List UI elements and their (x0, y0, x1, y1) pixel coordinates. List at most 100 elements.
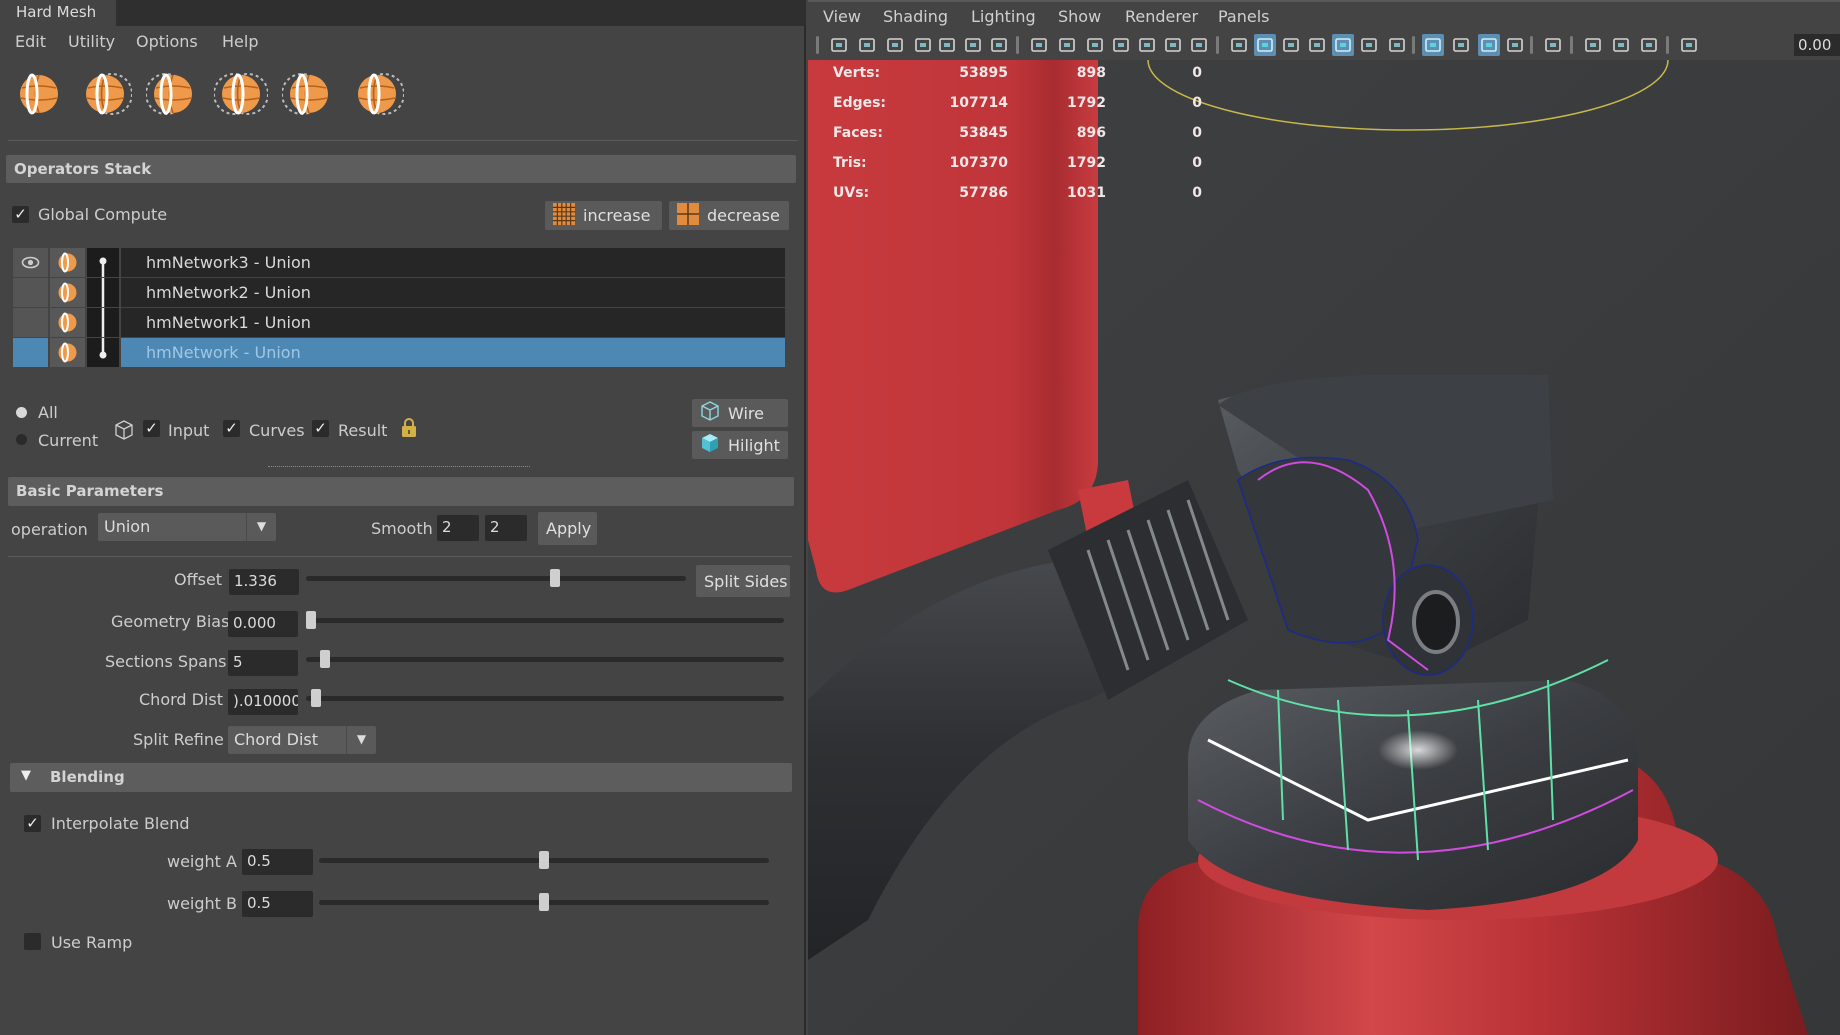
difference-b-shape-icon[interactable] (145, 70, 200, 118)
split-sides-button[interactable]: Split Sides (696, 565, 790, 597)
wireframe-on-shaded-icon[interactable] (1306, 34, 1328, 56)
offset-slider-track[interactable] (306, 576, 686, 581)
offset-slider-handle[interactable] (550, 569, 561, 587)
stack-item-label[interactable]: hmNetwork - Union (121, 338, 785, 367)
stack-item[interactable]: hmNetwork - Union (11, 338, 785, 367)
slice-a-shape-icon[interactable] (281, 70, 336, 118)
chord-dist-field[interactable]: ).010000 (228, 689, 298, 715)
menu-help[interactable]: Help (222, 30, 258, 51)
stat-label: Faces: (833, 125, 883, 141)
wire-button[interactable]: Wire (692, 399, 788, 427)
weight-b-slider-handle[interactable] (539, 893, 549, 911)
camera-lock-icon[interactable] (856, 34, 878, 56)
menu-show[interactable]: Show (1058, 7, 1101, 26)
input-checkbox[interactable]: ✓ (143, 420, 160, 437)
smooth-field-1[interactable]: 2 (437, 515, 479, 541)
xray-active-components-icon[interactable] (1610, 34, 1632, 56)
visibility-toggle[interactable] (13, 278, 48, 307)
lock-icon[interactable] (401, 417, 417, 443)
menu-options[interactable]: Options (136, 30, 198, 51)
curves-checkbox[interactable]: ✓ (223, 420, 240, 437)
visibility-toggle[interactable] (13, 248, 48, 277)
3d-viewport[interactable]: View Shading Lighting Show Renderer Pane… (808, 0, 1840, 1035)
depth-of-field-icon[interactable] (1504, 34, 1526, 56)
global-compute-checkbox[interactable]: ✓ (12, 206, 29, 223)
menu-renderer[interactable]: Renderer (1125, 7, 1198, 26)
stack-item[interactable]: hmNetwork2 - Union (11, 278, 785, 307)
weight-a-slider-handle[interactable] (539, 851, 549, 869)
sections-spans-field[interactable]: 5 (228, 650, 298, 676)
menu-shading[interactable]: Shading (883, 7, 948, 26)
geometry-bias-slider-track[interactable] (306, 618, 784, 623)
xray-joints-icon[interactable] (1638, 34, 1660, 56)
stack-item-label[interactable]: hmNetwork2 - Union (121, 278, 785, 307)
radio-all[interactable] (16, 407, 27, 418)
bookmark-icon[interactable] (912, 34, 934, 56)
stack-item[interactable]: hmNetwork1 - Union (11, 308, 785, 337)
visibility-toggle[interactable] (13, 308, 48, 337)
2d-pan-zoom-icon[interactable] (962, 34, 984, 56)
safe-title-icon[interactable] (1188, 34, 1210, 56)
gate-mask-icon[interactable] (1110, 34, 1132, 56)
camera-attributes-icon[interactable] (884, 34, 906, 56)
visibility-toggle[interactable] (13, 338, 48, 367)
safe-action-icon[interactable] (1162, 34, 1184, 56)
weight-b-field[interactable]: 0.5 (242, 891, 313, 917)
smooth-shade-icon[interactable] (1254, 34, 1276, 56)
stack-item-label[interactable]: hmNetwork3 - Union (121, 248, 785, 277)
sections-spans-slider-handle[interactable] (320, 650, 331, 668)
use-all-lights-icon[interactable] (1358, 34, 1380, 56)
menu-lighting[interactable]: Lighting (971, 7, 1036, 26)
split-refine-dropdown[interactable]: Chord Dist ▼ (228, 726, 376, 754)
value-field[interactable]: 0.00 (1794, 34, 1840, 56)
chord-dist-slider-track[interactable] (306, 696, 784, 701)
use-default-material-icon[interactable] (1280, 34, 1302, 56)
textured-icon[interactable] (1332, 34, 1354, 56)
screen-space-ao-icon[interactable] (1422, 34, 1444, 56)
collapse-triangle-icon[interactable]: ▼ (21, 768, 31, 783)
weight-a-field[interactable]: 0.5 (242, 849, 313, 875)
resolution-gate-icon[interactable] (1084, 34, 1106, 56)
sections-spans-slider-track[interactable] (306, 657, 784, 662)
intersection-shape-icon[interactable] (213, 70, 269, 118)
isolate-select-icon[interactable] (1542, 34, 1564, 56)
field-chart-icon[interactable] (1136, 34, 1158, 56)
film-gate-icon[interactable] (1056, 34, 1078, 56)
decrease-button[interactable]: decrease (669, 201, 789, 230)
shadows-icon[interactable] (1386, 34, 1408, 56)
hilight-button[interactable]: Hilight (692, 431, 788, 459)
union-shape-icon[interactable] (12, 70, 66, 118)
menu-panels[interactable]: Panels (1218, 7, 1270, 26)
chord-dist-slider-handle[interactable] (310, 689, 321, 707)
grid-icon[interactable] (1028, 34, 1050, 56)
slice-b-shape-icon[interactable] (350, 70, 405, 118)
image-plane-icon[interactable] (936, 34, 958, 56)
resize-grip[interactable] (268, 466, 530, 467)
camera-icon[interactable] (828, 34, 850, 56)
stack-item[interactable]: hmNetwork3 - Union (11, 248, 785, 277)
offset-field[interactable]: 1.336 (229, 569, 299, 595)
scene-render[interactable] (808, 60, 1840, 1035)
smooth-field-2[interactable]: 2 (485, 515, 527, 541)
menu-view[interactable]: View (823, 7, 861, 26)
blending-header[interactable]: ▼ Blending (10, 763, 792, 792)
menu-utility[interactable]: Utility (68, 30, 115, 51)
multisample-aa-icon[interactable] (1478, 34, 1500, 56)
grease-pencil-icon[interactable] (988, 34, 1010, 56)
geometry-bias-slider-handle[interactable] (306, 611, 316, 629)
interpolate-blend-checkbox[interactable]: ✓ (24, 815, 41, 832)
stack-item-label[interactable]: hmNetwork1 - Union (121, 308, 785, 337)
xray-icon[interactable] (1582, 34, 1604, 56)
exposure-icon[interactable] (1678, 34, 1700, 56)
difference-a-shape-icon[interactable] (78, 70, 133, 118)
result-checkbox[interactable]: ✓ (312, 420, 329, 437)
motion-blur-icon[interactable] (1450, 34, 1472, 56)
apply-button[interactable]: Apply (538, 512, 597, 545)
increase-button[interactable]: increase (545, 201, 662, 230)
use-ramp-checkbox[interactable] (24, 933, 41, 950)
geometry-bias-field[interactable]: 0.000 (228, 611, 298, 637)
radio-current[interactable] (16, 434, 27, 445)
menu-edit[interactable]: Edit (15, 30, 46, 51)
operation-dropdown[interactable]: Union ▼ (98, 513, 276, 541)
wireframe-icon[interactable] (1228, 34, 1250, 56)
